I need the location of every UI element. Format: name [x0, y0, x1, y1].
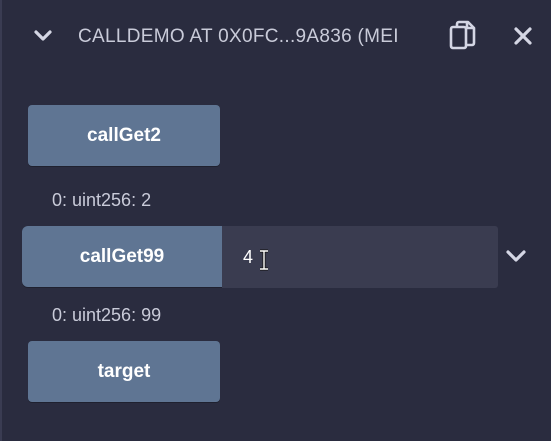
contract-title: CALLDEMO AT 0X0FC...9A836 (MEI — [78, 26, 399, 47]
chevron-down-icon[interactable] — [32, 25, 54, 47]
callget99-button[interactable]: callGet99 — [22, 226, 222, 287]
callget2-output: 0: uint256: 2 — [52, 190, 152, 210]
target-button[interactable]: target — [28, 341, 220, 402]
callget99-input[interactable] — [222, 226, 498, 288]
contract-header: CALLDEMO AT 0X0FC...9A836 (MEI — [2, 0, 551, 72]
copy-icon[interactable] — [448, 20, 478, 52]
callget99-input-container — [222, 226, 498, 288]
expand-chevron-icon[interactable] — [504, 245, 528, 267]
contract-panel: CALLDEMO AT 0X0FC...9A836 (MEI callGet2 … — [0, 0, 551, 441]
callget2-button[interactable]: callGet2 — [28, 105, 220, 166]
callget99-output: 0: uint256: 99 — [52, 305, 162, 325]
close-icon[interactable] — [512, 25, 534, 47]
